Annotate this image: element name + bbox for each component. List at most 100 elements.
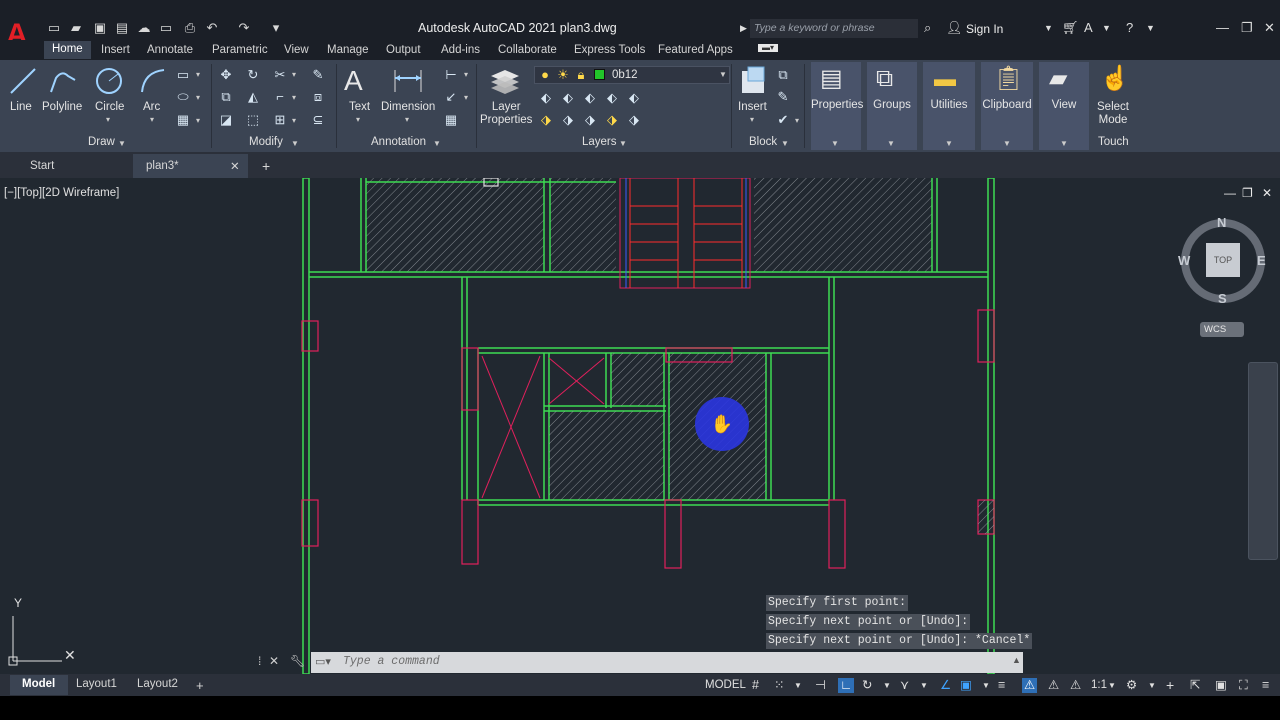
viewcube-top-face[interactable]: TOP [1206, 243, 1240, 277]
sign-in-link[interactable]: Sign In [966, 22, 1003, 36]
annotation-panel-label[interactable]: Annotation [371, 136, 426, 149]
groups-label[interactable]: Groups [867, 99, 917, 112]
annotation-monitor-icon[interactable]: + [1166, 678, 1174, 693]
annotation-visibility-icon[interactable]: ⚠ [1022, 678, 1038, 693]
infer-icon[interactable]: ⊣ [815, 678, 826, 693]
text-button[interactable]: Text [349, 101, 370, 114]
ribbon-toggle-icon[interactable]: ▬▾ [758, 44, 779, 52]
command-close-icon[interactable]: ✕ [269, 654, 279, 668]
mirror-icon[interactable]: ◭ [245, 89, 261, 105]
tab-annotate[interactable]: Annotate [147, 43, 193, 58]
layout-tab-layout2[interactable]: Layout2 [137, 678, 178, 690]
new-tab-button[interactable]: + [262, 158, 270, 174]
cloud-icon[interactable]: ☁ [136, 20, 152, 36]
tab-featured-apps[interactable]: Featured Apps [658, 43, 733, 58]
circle-icon[interactable] [94, 66, 124, 96]
layer-unlock-icon[interactable]: ⬗ [626, 112, 642, 128]
fillet-icon[interactable]: ⌐ [272, 89, 288, 105]
tab-insert[interactable]: Insert [101, 43, 130, 58]
dimension-button[interactable]: Dimension [381, 101, 435, 114]
layer-off-icon[interactable]: ⬖ [538, 90, 554, 106]
annotation-scale-value[interactable]: 1:1 [1091, 678, 1107, 693]
arc-icon[interactable] [138, 66, 168, 96]
explode-icon[interactable]: ⧈ [310, 89, 326, 105]
stretch-icon[interactable]: ◪ [218, 112, 234, 128]
layer-properties-button[interactable]: Layer Properties [480, 101, 532, 127]
chevron-down-icon[interactable]: ▼ [1148, 678, 1156, 693]
command-input[interactable]: Type a command [343, 655, 440, 668]
grid-icon[interactable]: # [752, 678, 759, 693]
new-icon[interactable]: ▭ [46, 20, 62, 36]
tab-manage[interactable]: Manage [327, 43, 369, 58]
undo-icon[interactable]: ↶ [204, 20, 220, 36]
chevron-down-icon[interactable]: ▼ [982, 678, 990, 693]
tab-collaborate[interactable]: Collaborate [498, 43, 557, 58]
clean-screen-icon[interactable]: ⛶ [1239, 678, 1248, 693]
customization-menu-icon[interactable]: ≡ [1262, 678, 1269, 693]
rectangle-icon[interactable]: ▭ [175, 67, 191, 83]
viewcube-south[interactable]: S [1218, 291, 1227, 306]
insert-button[interactable]: Insert [738, 101, 767, 114]
scale-icon[interactable]: ⬚ [245, 112, 261, 128]
layout-tab-model[interactable]: Model [22, 678, 55, 690]
navigation-bar[interactable] [1248, 362, 1278, 560]
viewport-close-icon[interactable]: ✕ [1262, 186, 1272, 200]
polyline-icon[interactable] [48, 66, 78, 96]
restore-icon[interactable]: ❐ [1241, 20, 1253, 36]
tab-add-ins[interactable]: Add-ins [441, 43, 480, 58]
layer-thaw-icon[interactable]: ⬗ [604, 112, 620, 128]
model-space-button[interactable]: MODEL [705, 678, 746, 693]
tab-view[interactable]: View [284, 43, 309, 58]
create-block-icon[interactable]: ⧉ [775, 67, 791, 83]
insert-block-icon[interactable] [738, 65, 770, 97]
array-icon[interactable]: ⊞ [272, 112, 288, 128]
autodesk-a-icon[interactable]: A [1084, 20, 1093, 36]
object-snap-icon[interactable]: ▣ [960, 678, 972, 693]
command-customize-icon[interactable]: 🔧︎ [290, 654, 305, 668]
workspace-gear-icon[interactable]: ⚙ [1126, 678, 1137, 693]
erase-icon[interactable]: ✎ [310, 67, 326, 83]
open-icon[interactable]: ▰ [68, 20, 84, 36]
lock-icon[interactable]: 🔒︎ [573, 67, 589, 83]
line-button[interactable]: Line [10, 101, 32, 114]
tab-output[interactable]: Output [386, 43, 421, 58]
layout-tab-layout1[interactable]: Layout1 [76, 678, 117, 690]
rotate-icon[interactable]: ↻ [245, 67, 261, 83]
move-icon[interactable]: ✥ [218, 67, 234, 83]
viewcube-north[interactable]: N [1217, 215, 1226, 230]
select-mode-button[interactable]: Select Mode [1096, 101, 1130, 127]
polar-icon[interactable]: ↻ [862, 678, 872, 693]
circle-button[interactable]: Circle [95, 101, 124, 114]
arc-button[interactable]: Arc [143, 101, 160, 114]
layer-lock-icon[interactable]: ⬖ [604, 90, 620, 106]
user-icon[interactable]: 👤︎ [946, 20, 963, 36]
viewcube-west[interactable]: W [1178, 253, 1190, 268]
trim-icon[interactable]: ✂ [272, 67, 288, 83]
chevron-down-icon[interactable]: ▼ [1146, 20, 1155, 36]
chevron-down-icon[interactable]: ▼ [1044, 20, 1053, 36]
copy-icon[interactable]: ⧉ [218, 89, 234, 105]
auto-scale-icon[interactable]: ⚠ [1048, 678, 1059, 693]
close-icon[interactable]: ✕ [1264, 20, 1275, 36]
redo-icon[interactable]: ↷ [236, 20, 252, 36]
tab-start[interactable]: Start [30, 160, 54, 172]
add-layout-button[interactable]: + [196, 678, 204, 693]
ellipse-icon[interactable]: ⬭ [175, 89, 191, 105]
viewport-minimize-icon[interactable]: — [1224, 186, 1236, 200]
hatch-icon[interactable]: ▦ [175, 112, 191, 128]
view-label[interactable]: View [1039, 99, 1089, 112]
save-as-icon[interactable]: ▤ [114, 20, 130, 36]
modify-panel-label[interactable]: Modify [249, 136, 283, 149]
plot-icon[interactable]: ▭ [158, 20, 174, 36]
bulb-icon[interactable]: ● [537, 67, 553, 83]
clipboard-label[interactable]: Clipboard [981, 99, 1033, 112]
layer-freeze-icon[interactable]: ⬖ [582, 90, 598, 106]
line-icon[interactable] [8, 66, 38, 96]
layer-make-current-icon[interactable]: ⬖ [626, 90, 642, 106]
tab-parametric[interactable]: Parametric [212, 43, 268, 58]
edit-block-icon[interactable]: ✎ [775, 89, 791, 105]
annotation-scale-icon[interactable]: ⚠ [1070, 678, 1081, 693]
properties-label[interactable]: Properties [811, 99, 863, 112]
isodraft-icon[interactable]: ⋎ [900, 678, 909, 693]
quick-properties-icon[interactable]: ▣ [1215, 678, 1227, 693]
